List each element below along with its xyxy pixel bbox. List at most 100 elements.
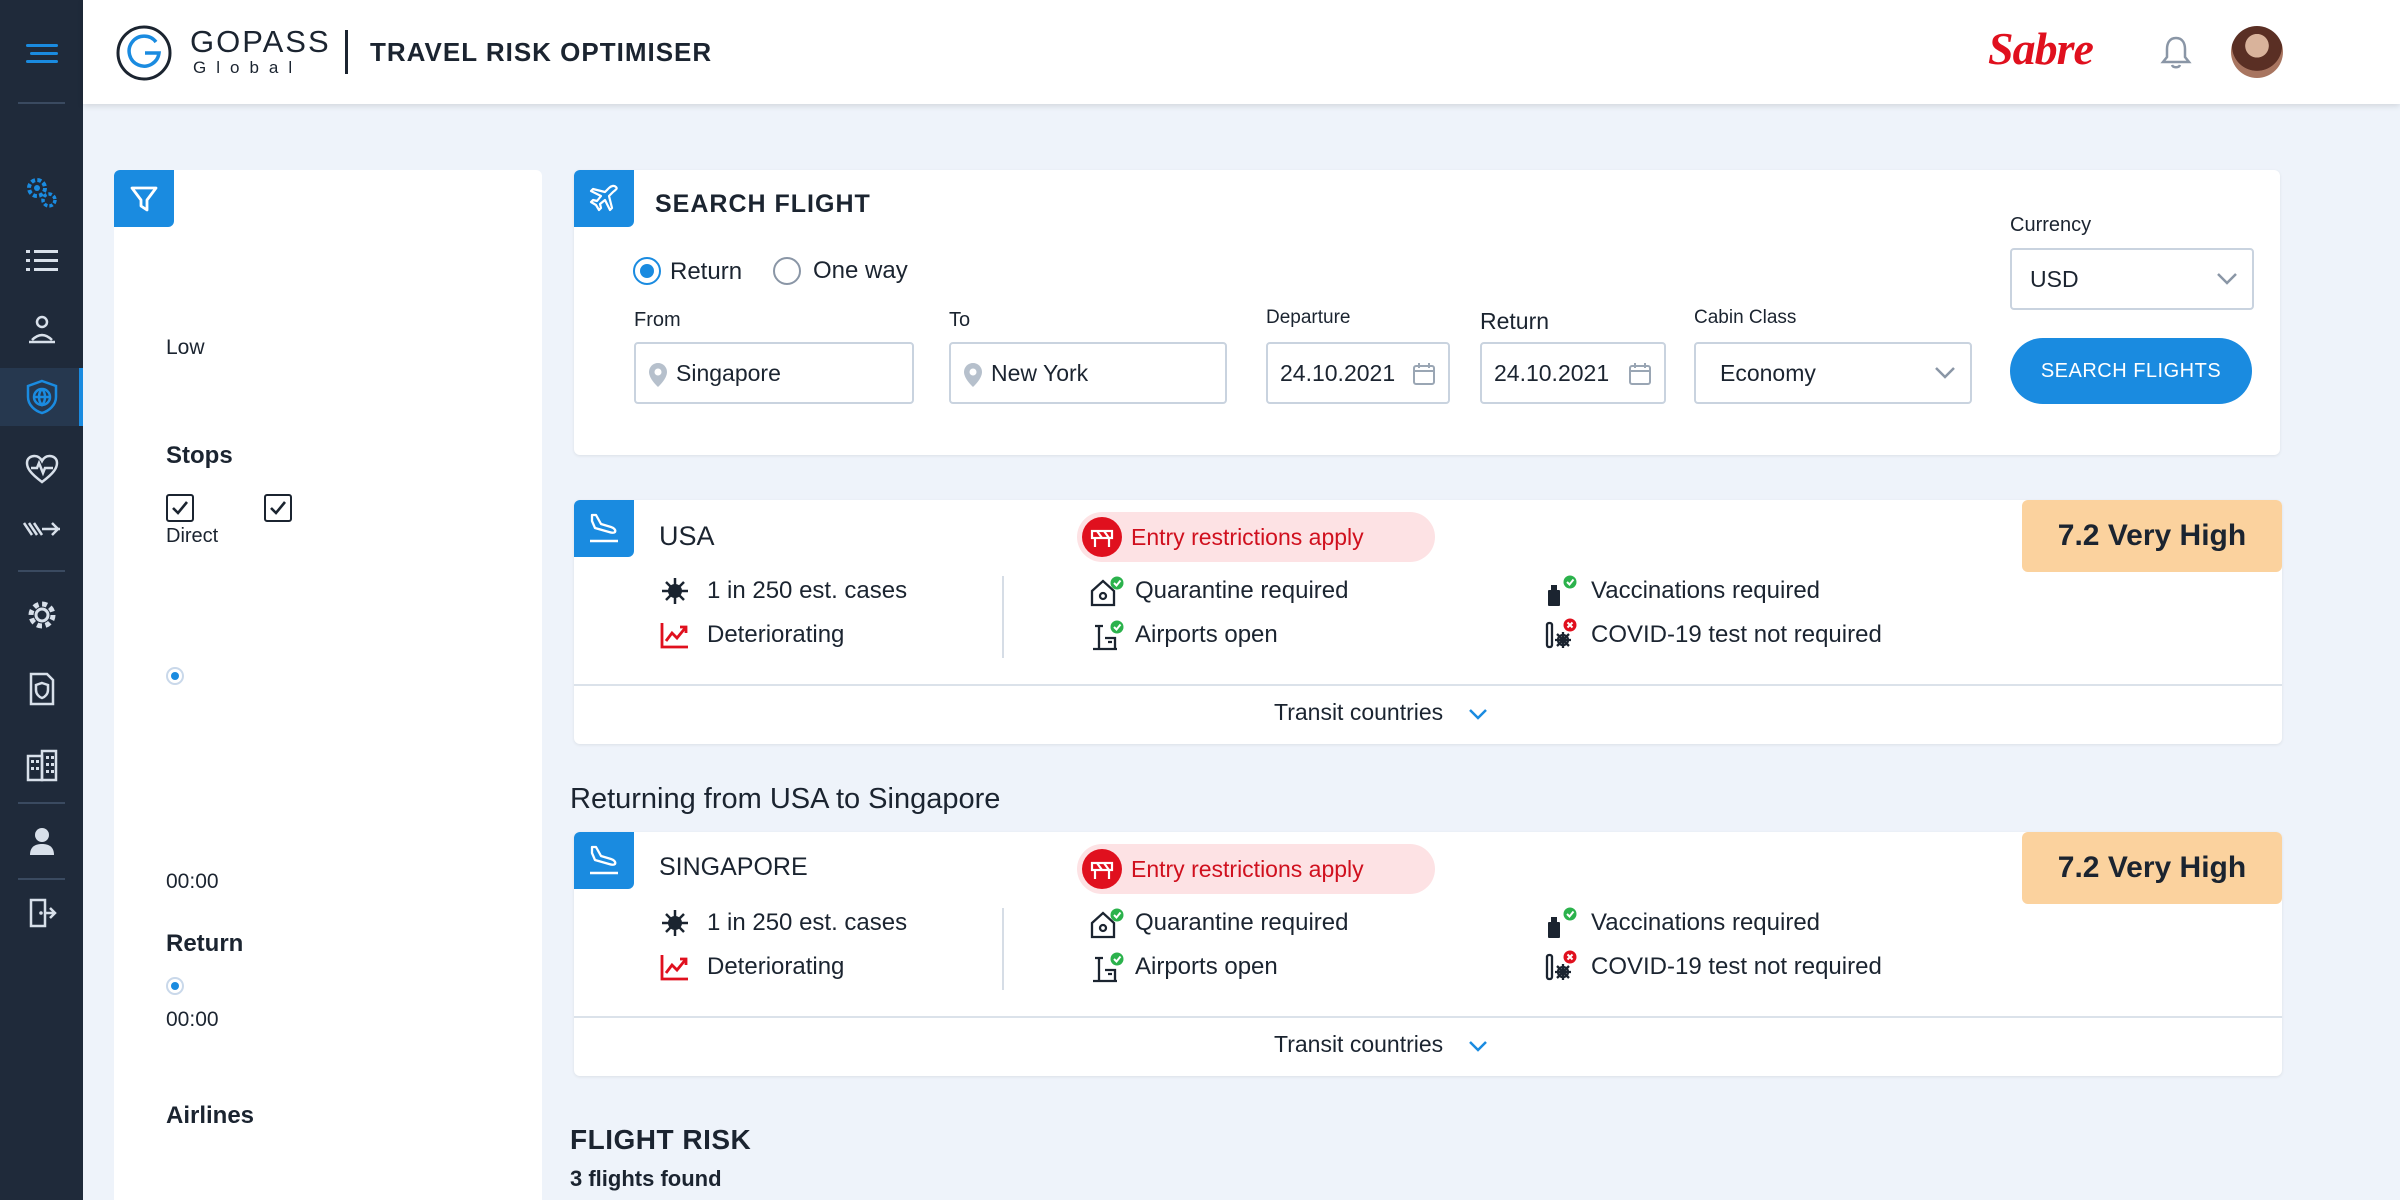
- flight-speed-icon: [22, 522, 60, 536]
- cabin-class-select[interactable]: Economy: [1694, 342, 1972, 404]
- shield-globe-icon: [26, 379, 57, 415]
- nav-item-company[interactable]: [0, 736, 83, 794]
- nav-item-traveller-location[interactable]: [0, 300, 83, 358]
- airport-icon: [1093, 620, 1124, 651]
- nav-item-travel-risk[interactable]: [0, 368, 83, 426]
- transit-countries-label: Transit countries: [1274, 699, 1444, 725]
- to-input[interactable]: New York: [949, 342, 1227, 404]
- nav-item-logout[interactable]: [0, 884, 83, 942]
- search-flight-title: SEARCH FLIGHT: [655, 190, 871, 218]
- notifications-button[interactable]: [2160, 34, 2192, 75]
- chevron-down-icon: [1935, 367, 1955, 379]
- nav-item-list[interactable]: [0, 232, 83, 290]
- rail-divider: [18, 570, 65, 572]
- departure-label: Departure: [1266, 307, 1351, 328]
- no-entry-icon: [1082, 517, 1122, 557]
- menu-toggle[interactable]: [0, 25, 83, 83]
- chevron-down-icon: [1468, 709, 1487, 720]
- trend-up-icon: [660, 955, 688, 981]
- arrival-badge: [574, 832, 634, 889]
- stops-one-stop-checkbox[interactable]: [264, 494, 292, 522]
- nav-item-profile[interactable]: [0, 812, 83, 870]
- covid-test-icon: [1545, 950, 1577, 981]
- return-heading: Return: [166, 930, 244, 957]
- brand-divider: [345, 30, 348, 74]
- user-avatar[interactable]: [2231, 26, 2283, 78]
- return-date-value: 24.10.2021: [1494, 359, 1610, 386]
- from-input[interactable]: Singapore: [634, 342, 914, 404]
- estimated-cases: 1 in 250 est. cases: [707, 577, 908, 604]
- nav-rail: [0, 0, 83, 1200]
- currency-select[interactable]: USD: [2010, 248, 2254, 310]
- transit-countries-toggle[interactable]: Transit countries: [1274, 699, 1488, 726]
- quarantine-status: Quarantine required: [1135, 909, 1349, 936]
- vaccination-status: Vaccinations required: [1591, 909, 1821, 936]
- brand-name: GOPASS: [190, 24, 331, 59]
- airlines-heading: Airlines: [166, 1102, 255, 1129]
- entry-restrictions-badge: Entry restrictions apply: [1077, 512, 1435, 562]
- gears-icon: [26, 178, 57, 208]
- user-icon: [29, 828, 54, 855]
- covid-test-status: COVID-19 test not required: [1591, 621, 1882, 648]
- covid-test-status: COVID-19 test not required: [1591, 953, 1882, 980]
- quarantine-status: Quarantine required: [1135, 577, 1349, 604]
- bell-icon: [2160, 36, 2192, 69]
- stats-divider: [1002, 908, 1004, 990]
- nav-item-flights[interactable]: [0, 500, 83, 558]
- calendar-icon: [1629, 363, 1651, 385]
- nav-item-documents[interactable]: [0, 660, 83, 718]
- departure-time-slider-handle[interactable]: [166, 667, 184, 685]
- stops-direct-checkbox[interactable]: [166, 494, 194, 522]
- check-icon: [270, 501, 287, 515]
- plane-landing-icon: [590, 513, 618, 542]
- departure-date-input[interactable]: 24.10.2021: [1266, 342, 1450, 404]
- trend-status: Deteriorating: [707, 953, 845, 980]
- cabin-class-value: Economy: [1720, 359, 1816, 386]
- airport-icon: [1093, 952, 1124, 983]
- rail-divider: [18, 102, 65, 104]
- virus-icon: [662, 578, 688, 604]
- nav-item-settings-overview[interactable]: [0, 164, 83, 222]
- nav-item-settings[interactable]: [0, 586, 83, 644]
- filter-toggle[interactable]: [114, 170, 174, 227]
- departure-date-value: 24.10.2021: [1280, 359, 1396, 386]
- returning-heading: Returning from USA to Singapore: [570, 783, 1001, 815]
- location-pin-icon: [964, 363, 982, 387]
- logout-icon: [29, 898, 57, 928]
- gopass-logo-icon: [116, 25, 172, 81]
- return-time-slider-handle[interactable]: [166, 977, 184, 995]
- filter-panel: Low Stops Direct 00:00 Return 00:00 Airl…: [114, 170, 542, 1200]
- cabin-class-label: Cabin Class: [1694, 307, 1797, 328]
- search-flight-badge: [574, 170, 634, 227]
- top-bar: GOPASS Global TRAVEL RISK OPTIMISER Sabr…: [83, 0, 2400, 104]
- app-title: TRAVEL RISK OPTIMISER: [370, 37, 713, 67]
- currency-label: Currency: [2010, 214, 2092, 236]
- trip-type-return-radio[interactable]: [633, 257, 661, 285]
- plane-landing-icon: [590, 845, 618, 874]
- risk-score-badge: 7.2 Very High: [2022, 832, 2282, 904]
- risk-score-badge: 7.2 Very High: [2022, 500, 2282, 572]
- from-label: From: [634, 309, 681, 331]
- departure-time-value: 00:00: [166, 870, 219, 893]
- covid-test-icon: [1545, 618, 1577, 649]
- trip-type-oneway-radio[interactable]: [773, 257, 801, 285]
- destination-country: SINGAPORE: [659, 853, 808, 881]
- nav-item-health[interactable]: [0, 440, 83, 498]
- estimated-cases: 1 in 250 est. cases: [707, 909, 908, 936]
- filter-icon: [130, 186, 158, 211]
- virus-icon: [662, 910, 688, 936]
- transit-countries-toggle[interactable]: Transit countries: [1274, 1031, 1488, 1058]
- to-value: New York: [991, 359, 1089, 386]
- trip-type-oneway-label: One way: [813, 257, 908, 284]
- brand-subtitle: Global: [193, 58, 303, 77]
- search-flights-button[interactable]: SEARCH FLIGHTS: [2010, 338, 2252, 404]
- vaccination-status: Vaccinations required: [1591, 577, 1821, 604]
- hamburger-icon: [25, 44, 58, 63]
- flight-risk-title: FLIGHT RISK: [570, 1124, 752, 1155]
- document-shield-icon: [29, 672, 54, 706]
- return-date-input[interactable]: 24.10.2021: [1480, 342, 1666, 404]
- arrival-badge: [574, 500, 634, 557]
- rail-divider: [18, 802, 65, 804]
- no-entry-icon: [1082, 849, 1122, 889]
- from-value: Singapore: [676, 359, 781, 386]
